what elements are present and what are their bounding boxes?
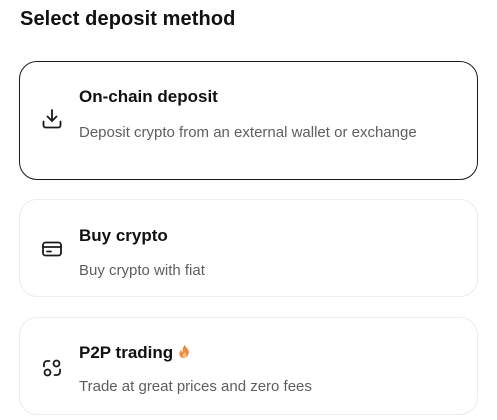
- option-title: P2P trading: [79, 343, 191, 363]
- deposit-option-p2p[interactable]: P2P trading Trade at great prices and ze…: [19, 317, 478, 415]
- page-title: Select deposit method: [20, 8, 236, 30]
- download-icon: [40, 107, 64, 131]
- option-description: Deposit crypto from an external wallet o…: [79, 124, 417, 141]
- option-description: Buy crypto with fiat: [79, 262, 205, 279]
- option-description: Trade at great prices and zero fees: [79, 378, 312, 395]
- deposit-option-buy-crypto[interactable]: Buy crypto Buy crypto with fiat: [19, 199, 478, 297]
- deposit-option-onchain[interactable]: On-chain deposit Deposit crypto from an …: [19, 61, 478, 180]
- option-title: Buy crypto: [79, 226, 168, 245]
- p2p-icon: [40, 356, 64, 380]
- option-title-text: P2P trading: [79, 343, 174, 362]
- option-title: On-chain deposit: [79, 87, 218, 106]
- fire-icon: [178, 344, 191, 359]
- card-icon: [40, 237, 64, 261]
